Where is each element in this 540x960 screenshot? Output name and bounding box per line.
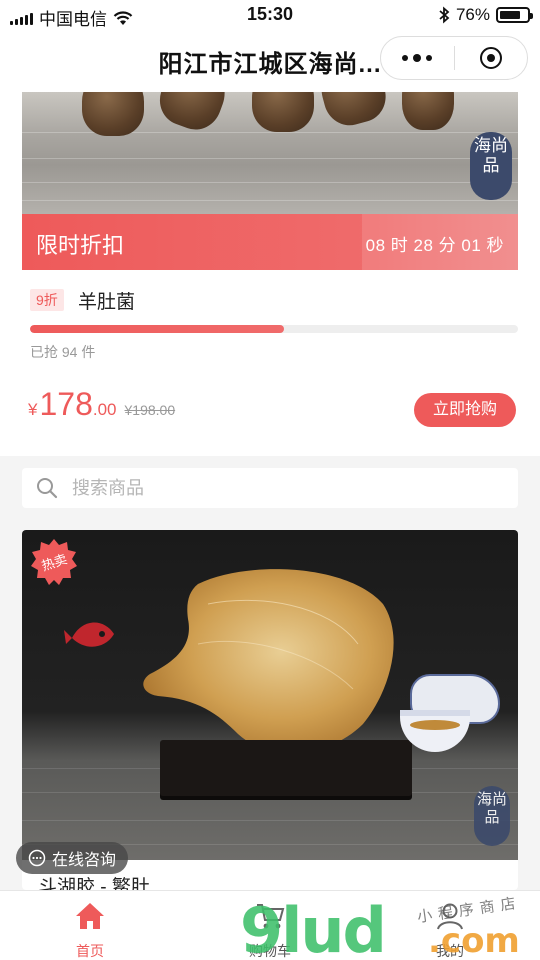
flash-sale-banner: 限时折扣 08 时 28 分 01 秒 xyxy=(22,214,518,270)
sold-count: 已抢 94 件 xyxy=(30,344,96,360)
home-icon xyxy=(76,903,104,929)
status-bar: 中国电信 15:30 76% xyxy=(0,0,540,30)
sold-progress-fill xyxy=(30,325,284,333)
flash-sale-product-image[interactable]: 海尚品 xyxy=(22,92,518,214)
signal-icon xyxy=(10,11,33,25)
price-currency: ¥ xyxy=(28,400,38,419)
battery-icon xyxy=(496,7,533,23)
brand-seal: 海尚品 xyxy=(474,786,510,846)
brand-seal: 海尚品 xyxy=(470,132,512,200)
status-right: 76% xyxy=(438,5,533,25)
countdown-panel: 08 时 28 分 01 秒 xyxy=(362,214,518,270)
countdown-timer: 08 时 28 分 01 秒 xyxy=(365,236,504,255)
product-card[interactable]: 热卖 海尚品 斗湖胶 - 鳘肚 xyxy=(22,530,518,890)
search-icon xyxy=(37,478,58,499)
price-decimal: .00 xyxy=(92,400,117,419)
flash-sale-label: 限时折扣 xyxy=(36,233,125,258)
chinese-knot-decoration xyxy=(64,622,114,647)
flash-sale-product-name[interactable]: 羊肚菌 xyxy=(78,287,135,314)
product-image[interactable]: 热卖 海尚品 xyxy=(22,530,518,860)
close-miniprogram-button[interactable] xyxy=(455,37,528,79)
nav-bar: 阳江市江城区海尚... xyxy=(0,30,540,92)
discount-badge: 9折 xyxy=(30,289,64,311)
tab-profile[interactable]: 我的 xyxy=(360,891,540,960)
cart-icon xyxy=(257,904,285,929)
search-input[interactable] xyxy=(72,468,492,508)
price-integer: 178 xyxy=(39,386,93,422)
sold-progress-bar xyxy=(30,325,518,333)
target-icon xyxy=(479,47,502,69)
miniprogram-capsule xyxy=(380,36,528,80)
status-left: 中国电信 xyxy=(10,5,133,30)
tab-home-label: 首页 xyxy=(76,943,104,959)
fish-maw-image xyxy=(143,569,394,753)
sale-price: ¥ 178 .00 ¥198.00 xyxy=(28,386,175,423)
chat-bubble-icon xyxy=(28,849,46,867)
tab-cart-label: 购物车 xyxy=(249,943,291,959)
search-bar[interactable] xyxy=(22,468,518,508)
online-consult-label: 在线咨询 xyxy=(52,852,117,869)
bluetooth-icon xyxy=(439,6,450,24)
buy-now-button[interactable]: 立即抢购 xyxy=(414,393,516,427)
carrier-name: 中国电信 xyxy=(39,10,107,29)
more-options-button[interactable] xyxy=(381,37,454,79)
original-price: ¥198.00 xyxy=(124,402,176,418)
wifi-icon xyxy=(113,10,133,25)
display-stand xyxy=(160,740,412,796)
tab-home[interactable]: 首页 xyxy=(0,891,180,960)
product-title[interactable]: 斗湖胶 - 鳘肚 xyxy=(38,872,150,890)
battery-percent: 76% xyxy=(455,5,490,24)
user-icon xyxy=(437,903,463,930)
bottom-tab-bar: 首页 购物车 我的 xyxy=(0,890,540,960)
flash-sale-card[interactable]: 海尚品 限时折扣 08 时 28 分 01 秒 9折 羊肚菌 已抢 94 件 ¥… xyxy=(0,92,540,456)
tab-cart[interactable]: 购物车 xyxy=(180,891,360,960)
online-consult-button[interactable]: 在线咨询 xyxy=(16,842,129,874)
tab-profile-label: 我的 xyxy=(436,943,464,959)
